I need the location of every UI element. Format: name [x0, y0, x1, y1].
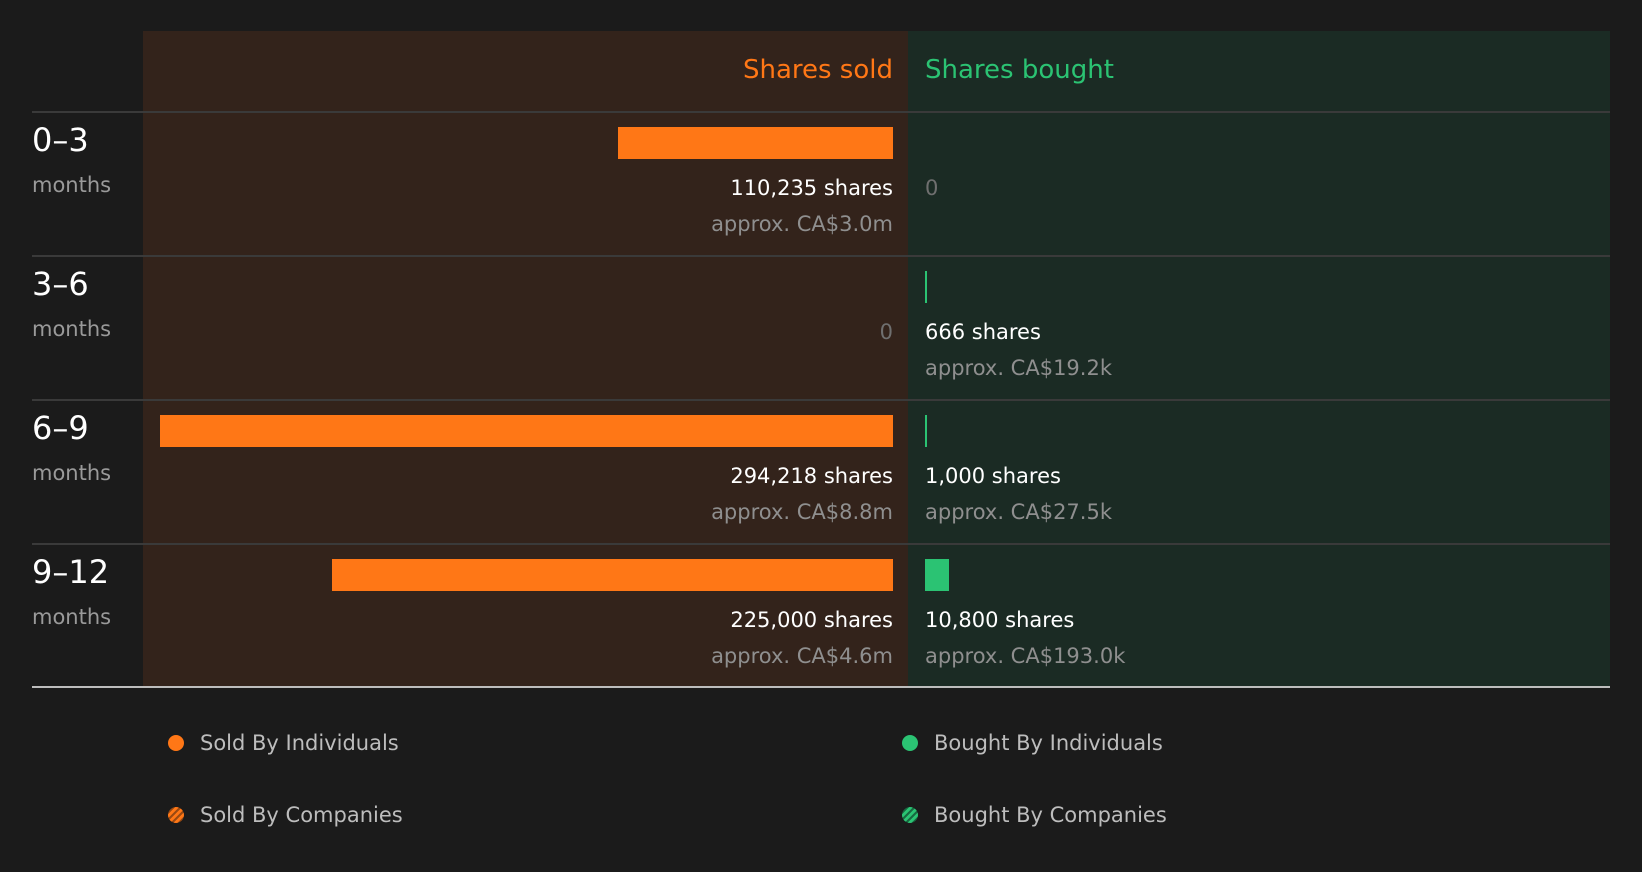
row-separator	[32, 543, 1610, 545]
bought-bar	[925, 415, 928, 447]
bought-bar	[925, 559, 949, 591]
shares-sold-header: Shares sold	[742, 55, 893, 85]
bought-shares-label: 1,000 shares	[925, 464, 1061, 488]
bought-shares-label: 10,800 shares	[925, 608, 1075, 632]
period-label: 0–3	[32, 121, 89, 159]
row-separator	[32, 255, 1610, 257]
sold-shares-label: 294,218 shares	[730, 464, 893, 488]
sold-bar	[160, 415, 893, 447]
legend-label: Sold By Individuals	[200, 731, 399, 755]
period-label: 6–9	[32, 409, 89, 447]
legend-label: Bought By Individuals	[934, 731, 1163, 755]
sold-zero-label: 0	[879, 320, 893, 344]
legend-item: Bought By Individuals	[902, 730, 1163, 756]
legend-item: Bought By Companies	[902, 802, 1167, 828]
period-unit-label: months	[32, 317, 112, 341]
striped-dot-icon	[902, 807, 918, 823]
bought-value-label: approx. CA$19.2k	[925, 356, 1112, 380]
period-unit-label: months	[32, 461, 112, 485]
period-unit-label: months	[32, 605, 112, 629]
sold-value-label: approx. CA$4.6m	[711, 644, 893, 668]
period-label: 3–6	[32, 265, 89, 303]
bought-value-label: approx. CA$27.5k	[925, 500, 1112, 524]
sold-bar	[332, 559, 893, 591]
sold-bar	[618, 127, 893, 159]
legend-label: Sold By Companies	[200, 803, 403, 827]
striped-dot-icon	[168, 807, 184, 823]
sold-shares-label: 225,000 shares	[730, 608, 893, 632]
chart-bottom-axis	[32, 686, 1610, 688]
bought-zero-label: 0	[925, 176, 939, 200]
bought-bar	[925, 271, 927, 303]
solid-dot-icon	[902, 735, 918, 751]
legend-label: Bought By Companies	[934, 803, 1167, 827]
row-separator	[32, 111, 1610, 113]
sold-value-label: approx. CA$8.8m	[711, 500, 893, 524]
solid-dot-icon	[168, 735, 184, 751]
bought-shares-label: 666 shares	[925, 320, 1041, 344]
row-separator	[32, 399, 1610, 401]
legend-item: Sold By Individuals	[168, 730, 399, 756]
period-label: 9–12	[32, 553, 110, 591]
sold-value-label: approx. CA$3.0m	[711, 212, 893, 236]
shares-bought-header: Shares bought	[925, 55, 1114, 85]
period-unit-label: months	[32, 173, 112, 197]
legend-item: Sold By Companies	[168, 802, 403, 828]
sold-shares-label: 110,235 shares	[730, 176, 893, 200]
bought-value-label: approx. CA$193.0k	[925, 644, 1126, 668]
